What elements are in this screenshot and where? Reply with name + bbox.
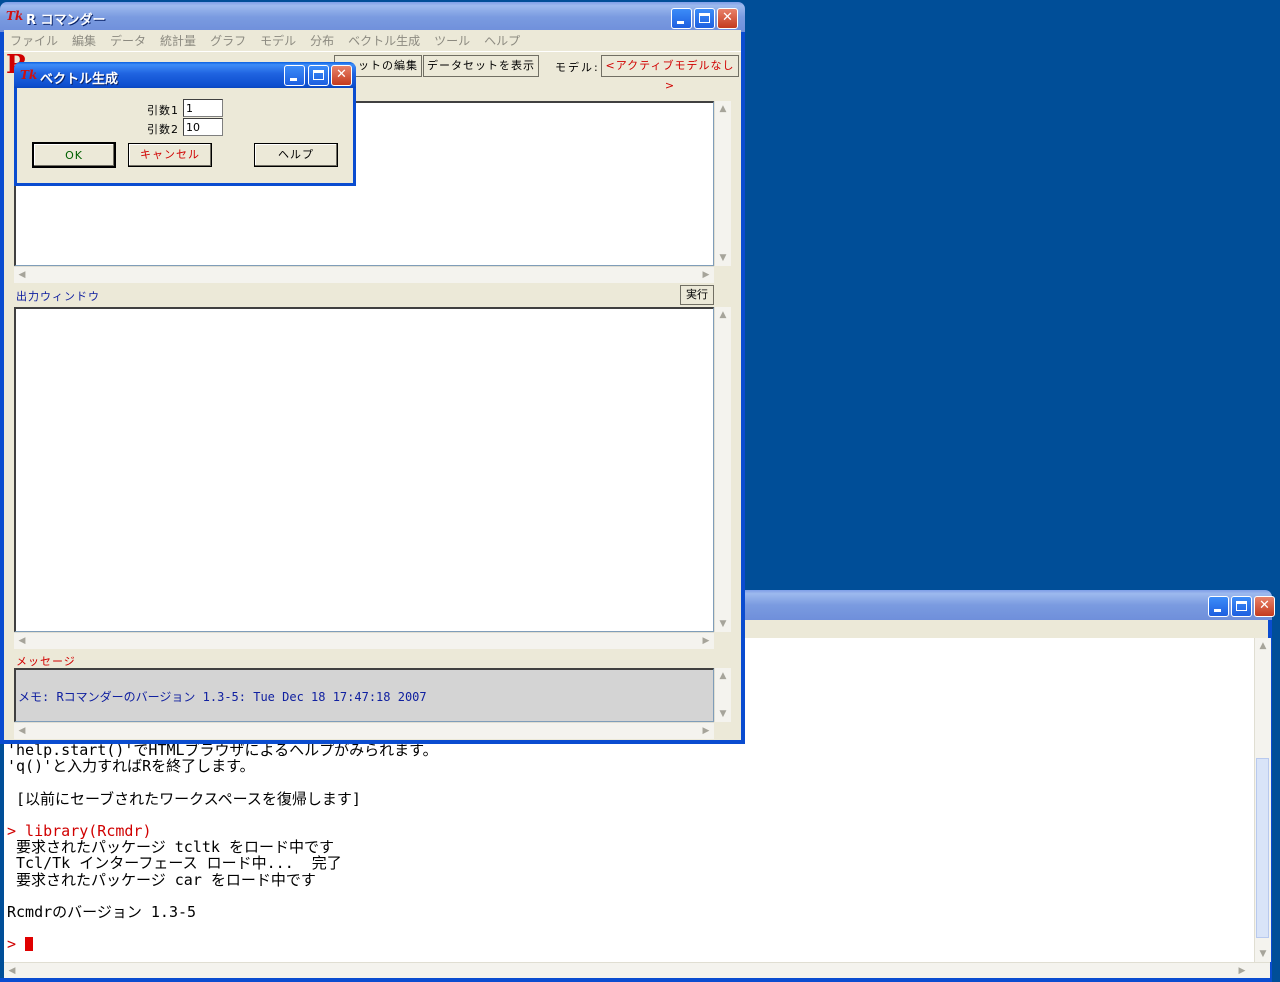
arg1-input[interactable] bbox=[183, 99, 223, 117]
output-horizontal-scrollbar[interactable]: ◀ ▶ bbox=[14, 632, 714, 649]
r-console-titlebar[interactable] bbox=[700, 590, 1272, 620]
scroll-up-icon[interactable]: ▲ bbox=[715, 101, 731, 117]
scroll-down-icon[interactable]: ▼ bbox=[715, 616, 731, 632]
scroll-up-icon[interactable]: ▲ bbox=[715, 668, 731, 684]
console-line: [以前にセーブされたワークスペースを復帰します] bbox=[7, 789, 361, 808]
run-button[interactable]: 実行 bbox=[680, 285, 714, 305]
script-horizontal-scrollbar[interactable]: ◀ ▶ bbox=[14, 266, 714, 283]
message-text: メモ: Rコマンダーのバージョン 1.3-5: Tue Dec 18 17:47… bbox=[18, 690, 427, 704]
scroll-left-icon[interactable]: ◀ bbox=[14, 267, 30, 283]
output-window[interactable] bbox=[14, 307, 714, 632]
console-line: > library(Rcmdr) bbox=[7, 821, 152, 840]
rcmdr-title: R コマンダー bbox=[26, 13, 106, 28]
rcmdr-menubar: ファイル 編集 データ 統計量 グラフ モデル 分布 ベクトル生成 ツール ヘルプ bbox=[10, 32, 534, 50]
script-vertical-scrollbar[interactable]: ▲ ▼ bbox=[714, 101, 731, 266]
console-prompt: > bbox=[7, 935, 17, 954]
view-dataset-label: データセットを表示 bbox=[427, 59, 535, 72]
dialog-minimize-button[interactable] bbox=[284, 65, 305, 86]
console-menubar bbox=[704, 620, 1268, 638]
scroll-left-icon[interactable]: ◀ bbox=[14, 633, 30, 649]
messages-label: メッセージ bbox=[16, 655, 76, 668]
scroll-right-icon[interactable]: ▶ bbox=[1234, 963, 1250, 979]
ok-button[interactable]: OK bbox=[32, 142, 116, 168]
console-line: Tcl/Tk インターフェース ロード中... 完了 bbox=[7, 854, 342, 873]
messages-window[interactable]: メモ: Rコマンダーのバージョン 1.3-5: Tue Dec 18 17:47… bbox=[14, 668, 714, 722]
menu-distributions[interactable]: 分布 bbox=[310, 32, 334, 50]
active-model-button[interactable]: <アクティブモデルなし> bbox=[601, 55, 739, 92]
menu-vector-generation[interactable]: ベクトル生成 bbox=[348, 32, 420, 50]
scroll-left-icon[interactable]: ◀ bbox=[14, 723, 30, 739]
scroll-thumb[interactable] bbox=[1256, 758, 1269, 938]
scroll-left-icon[interactable]: ◀ bbox=[4, 963, 20, 979]
menu-edit[interactable]: 編集 bbox=[72, 32, 96, 50]
console-line: 要求されたパッケージ tcltk をロード中です bbox=[7, 838, 334, 857]
menu-tools[interactable]: ツール bbox=[434, 32, 470, 50]
menu-data[interactable]: データ bbox=[110, 32, 146, 50]
console-horizontal-scrollbar[interactable]: ◀ ▶ bbox=[4, 962, 1270, 979]
console-output: 'help.start()'でHTMLブラウザによるヘルプがみられます。'q()… bbox=[7, 741, 1247, 953]
arg2-input[interactable] bbox=[183, 118, 223, 136]
rcmdr-close-button[interactable]: ✕ bbox=[717, 8, 738, 29]
console-line: 'help.start()'でHTMLブラウザによるヘルプがみられます。 bbox=[7, 741, 438, 759]
rcmdr-maximize-button[interactable] bbox=[694, 8, 715, 29]
dialog-maximize-button[interactable] bbox=[308, 65, 329, 86]
cancel-button[interactable]: キャンセル bbox=[128, 143, 212, 167]
console-close-button[interactable]: ✕ bbox=[1254, 596, 1275, 617]
rcmdr-minimize-button[interactable] bbox=[671, 8, 692, 29]
console-line: Rcmdrのバージョン 1.3-5 bbox=[7, 902, 197, 921]
menu-graphs[interactable]: グラフ bbox=[210, 32, 246, 50]
console-minimize-button[interactable] bbox=[1208, 596, 1229, 617]
scroll-down-icon[interactable]: ▼ bbox=[1255, 946, 1271, 962]
cancel-button-label: キャンセル bbox=[140, 148, 200, 161]
menu-models[interactable]: モデル bbox=[260, 32, 296, 50]
scroll-up-icon[interactable]: ▲ bbox=[1255, 638, 1271, 654]
console-line: 'q()'と入力すればRを終了します。 bbox=[7, 757, 255, 776]
scroll-up-icon[interactable]: ▲ bbox=[715, 307, 731, 323]
rcmdr-titlebar[interactable] bbox=[0, 2, 745, 32]
scroll-down-icon[interactable]: ▼ bbox=[715, 250, 731, 266]
text-cursor bbox=[25, 937, 34, 952]
menu-help[interactable]: ヘルプ bbox=[484, 32, 520, 50]
messages-vertical-scrollbar[interactable]: ▲ ▼ bbox=[714, 668, 731, 722]
scroll-right-icon[interactable]: ▶ bbox=[698, 723, 714, 739]
console-line: 要求されたパッケージ car をロード中です bbox=[7, 870, 316, 889]
model-label: モデル: bbox=[555, 61, 600, 74]
run-button-label: 実行 bbox=[686, 288, 708, 301]
arg2-label: 引数2 bbox=[147, 123, 179, 136]
console-bottom-border bbox=[0, 978, 1272, 982]
view-dataset-button[interactable]: データセットを表示 bbox=[423, 55, 539, 77]
console-vertical-scrollbar[interactable]: ▲ ▼ bbox=[1254, 638, 1271, 962]
vector-dialog-title: ベクトル生成 bbox=[40, 72, 119, 87]
menubar-separator bbox=[4, 51, 741, 52]
help-button-label: ヘルプ bbox=[278, 148, 314, 161]
ok-button-label: OK bbox=[65, 149, 83, 162]
arg1-label: 引数1 bbox=[147, 104, 179, 117]
vector-dialog-body: 引数1 引数2 OK キャンセル ヘルプ bbox=[17, 88, 353, 183]
output-window-label: 出力ウィンドウ bbox=[16, 290, 100, 303]
tk-logo-icon: Tk bbox=[6, 9, 24, 23]
menu-file[interactable]: ファイル bbox=[10, 32, 58, 50]
scroll-down-icon[interactable]: ▼ bbox=[715, 706, 731, 722]
help-button[interactable]: ヘルプ bbox=[254, 143, 338, 167]
active-model-label: <アクティブモデルなし> bbox=[605, 59, 735, 92]
menu-statistics[interactable]: 統計量 bbox=[160, 32, 196, 50]
vector-dialog: Tk ベクトル生成 ✕ 引数1 引数2 OK キャンセル ヘルプ bbox=[14, 62, 356, 186]
tk-logo-icon: Tk bbox=[20, 68, 38, 82]
console-prompt-line[interactable]: > bbox=[7, 936, 1247, 952]
edit-dataset-label: ットの編集 bbox=[358, 59, 418, 72]
console-maximize-button[interactable] bbox=[1231, 596, 1252, 617]
dialog-close-button[interactable]: ✕ bbox=[331, 65, 352, 86]
scroll-right-icon[interactable]: ▶ bbox=[698, 267, 714, 283]
output-vertical-scrollbar[interactable]: ▲ ▼ bbox=[714, 307, 731, 632]
scroll-right-icon[interactable]: ▶ bbox=[698, 633, 714, 649]
messages-horizontal-scrollbar[interactable]: ◀ ▶ bbox=[14, 722, 714, 739]
